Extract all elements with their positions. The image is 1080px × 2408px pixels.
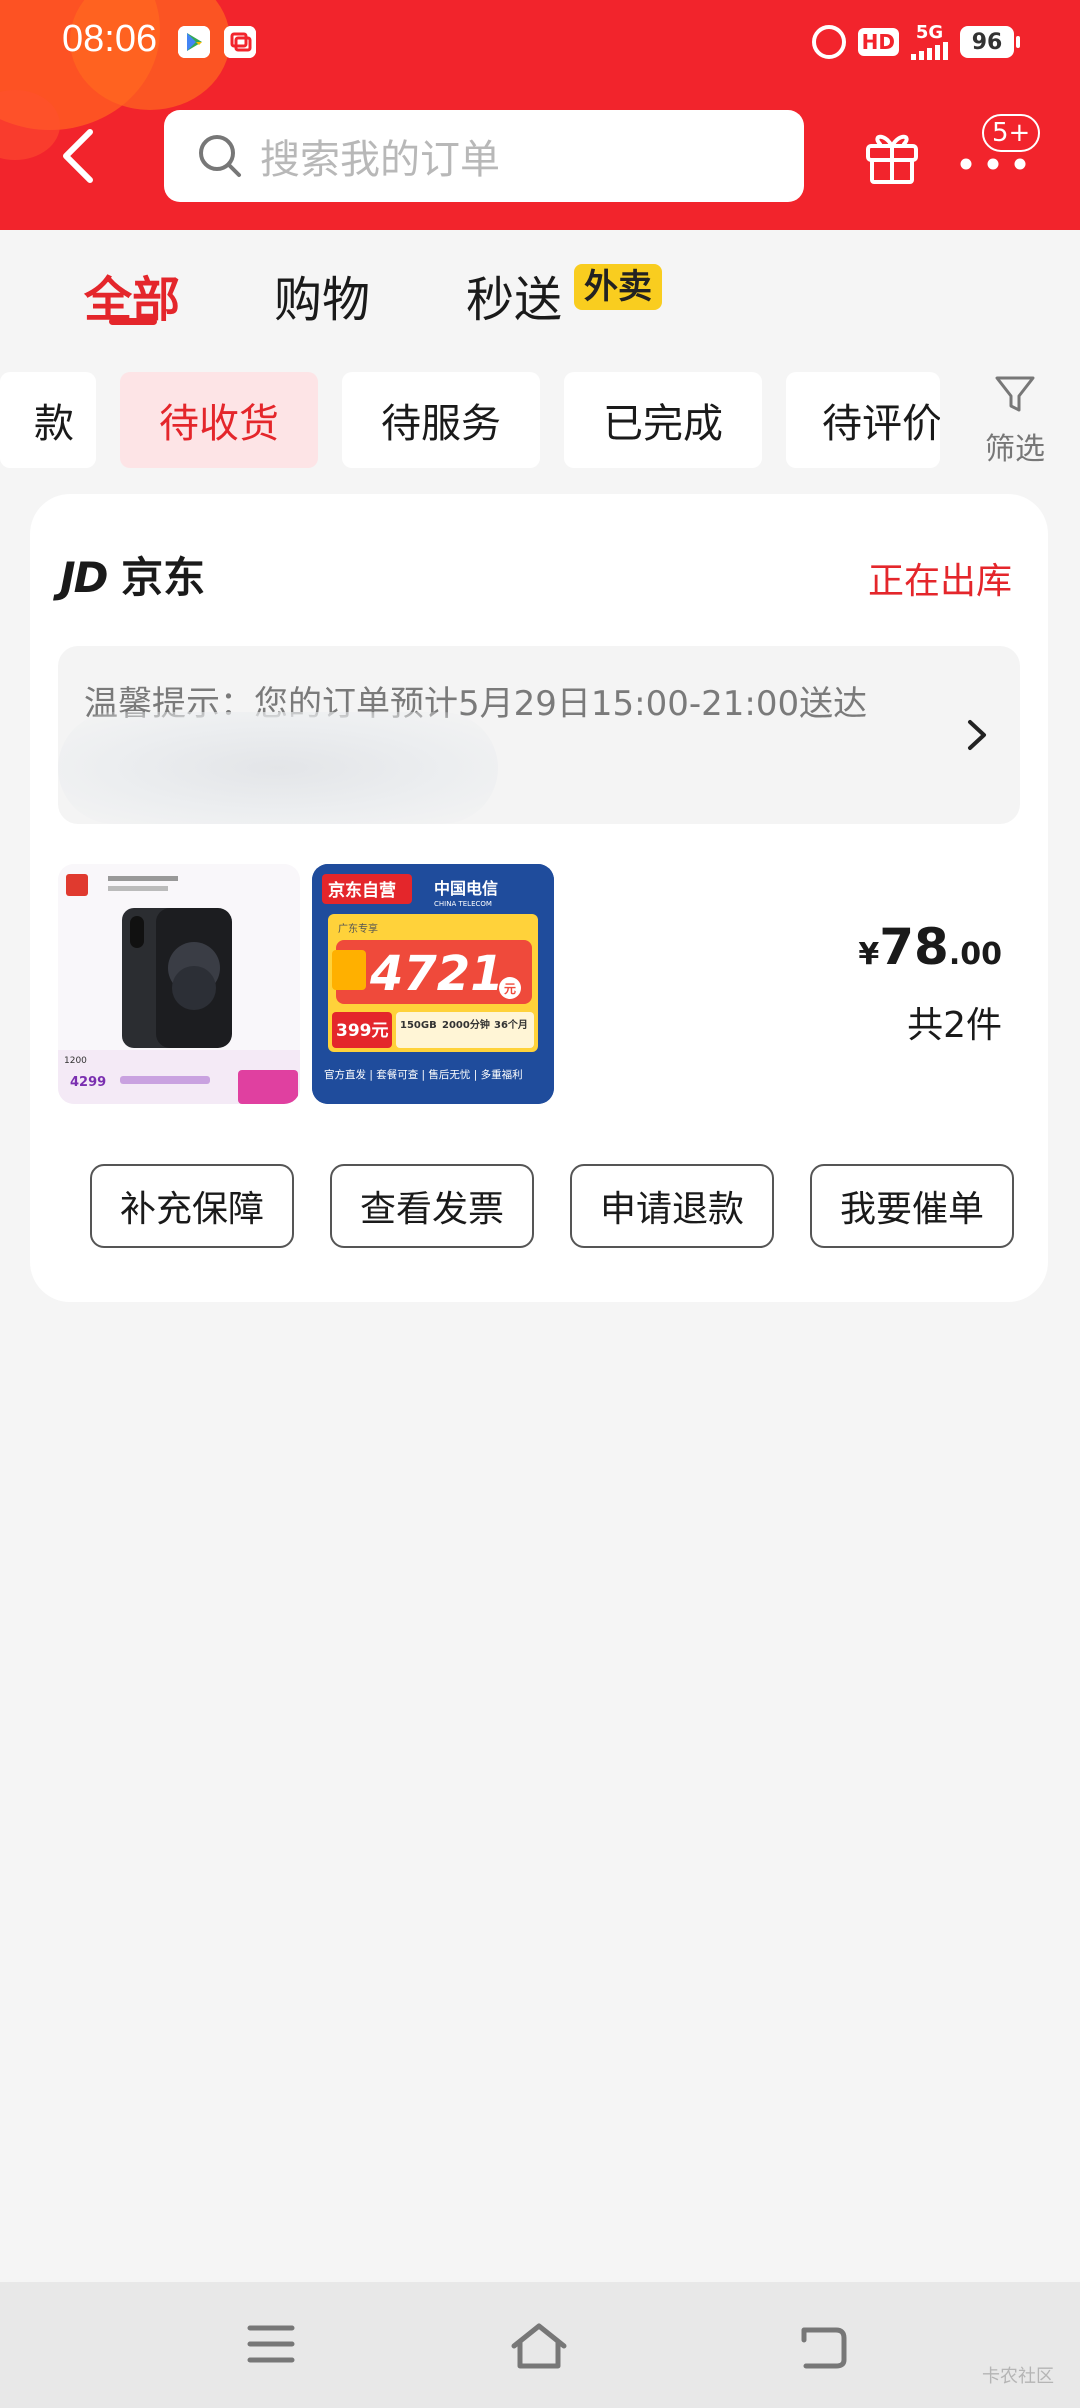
product-image-telecom[interactable]: 京东自营 中国电信 CHINA TELECOM 广东专享 4721 元 399元… — [312, 864, 554, 1104]
phone-note: 1200 — [64, 1056, 87, 1066]
gallery-app-icon — [224, 26, 256, 58]
svg-text:元: 元 — [504, 982, 516, 996]
delivery-tip[interactable]: 温馨提示：您的订单预计5月29日15:00-21:00送达 — [58, 646, 1020, 824]
svg-text:2000分钟: 2000分钟 — [442, 1018, 490, 1031]
svg-text:官方直发 | 套餐可查 | 售后无忧 | 多重福利: 官方直发 | 套餐可查 | 售后无忧 | 多重福利 — [324, 1068, 523, 1081]
system-nav-bar: 卡农社区 — [0, 2282, 1080, 2408]
urge-order-button[interactable]: 我要催单 — [810, 1164, 1014, 1248]
chip-to-receive[interactable]: 待收货 — [120, 372, 318, 468]
order-status: 正在出库 — [867, 561, 1012, 602]
tab-instant-delivery[interactable]: 秒送 — [466, 260, 562, 330]
view-invoice-button[interactable]: 查看发票 — [330, 1164, 534, 1248]
item-count: 共2件 — [907, 1005, 1002, 1046]
redacted-area — [58, 712, 498, 824]
message-badge: 5+ — [982, 114, 1041, 152]
status-bar: 08:06 HD 5G 96 — [0, 0, 1080, 86]
tab-active-indicator — [109, 318, 157, 325]
menu-icon[interactable] — [246, 2322, 296, 2366]
svg-text:399元: 399元 — [336, 1021, 389, 1041]
takeout-tag: 外卖 — [574, 264, 662, 310]
order-price: ¥78.00 — [858, 918, 1002, 976]
phone-price-tag: 4299 — [70, 1075, 106, 1090]
svg-text:中国电信: 中国电信 — [434, 879, 498, 898]
jd-logo: JD — [60, 553, 108, 602]
request-refund-button[interactable]: 申请退款 — [570, 1164, 774, 1248]
svg-text:广东专享: 广东专享 — [338, 922, 378, 935]
back-arrow-icon[interactable] — [52, 126, 112, 186]
status-time: 08:06 — [62, 18, 158, 60]
signal-icon: 5G — [911, 24, 948, 60]
top-nav: 搜索我的订单 5+ — [0, 106, 1080, 206]
product-image-phone[interactable]: 1200 4299 — [58, 864, 300, 1104]
status-filter-chips: 款 待收货 待服务 已完成 待评价 — [0, 372, 1080, 472]
play-store-icon — [178, 26, 210, 58]
chip-pending-payment[interactable]: 款 — [0, 372, 96, 468]
search-input[interactable]: 搜索我的订单 — [164, 110, 804, 202]
chevron-right-icon — [968, 720, 986, 750]
svg-text:CHINA TELECOM: CHINA TELECOM — [434, 900, 492, 908]
tab-shopping[interactable]: 购物 — [274, 260, 370, 330]
back-nav-icon[interactable] — [796, 2322, 850, 2370]
svg-text:4721: 4721 — [369, 946, 504, 1002]
search-placeholder: 搜索我的订单 — [260, 137, 500, 183]
order-list-page: 08:06 HD 5G 96 搜索我的订单 5+ 全部 购物 秒送 外卖 款 待… — [0, 0, 1080, 2408]
svg-text:36个月: 36个月 — [494, 1018, 528, 1031]
filter-icon — [995, 376, 1035, 412]
alarm-icon — [811, 25, 846, 59]
chip-completed[interactable]: 已完成 — [564, 372, 762, 468]
svg-text:150GB: 150GB — [400, 1020, 437, 1031]
filter-button[interactable]: 筛选 — [972, 372, 1058, 468]
order-card[interactable]: JD 京东 正在出库 温馨提示：您的订单预计5月29日15:00-21:00送达 — [30, 494, 1048, 1302]
battery-icon: 96 — [960, 26, 1020, 58]
svg-text:京东自营: 京东自营 — [328, 880, 396, 901]
store-name[interactable]: JD 京东 — [60, 544, 205, 605]
home-icon[interactable] — [508, 2322, 570, 2370]
filter-label: 筛选 — [985, 432, 1045, 467]
add-protection-button[interactable]: 补充保障 — [90, 1164, 294, 1248]
hd-icon: HD — [857, 28, 899, 56]
chip-to-review[interactable]: 待评价 — [786, 372, 940, 468]
chip-to-service[interactable]: 待服务 — [342, 372, 540, 468]
search-icon — [199, 135, 241, 177]
watermark: 卡农社区 — [982, 2366, 1054, 2387]
gift-icon[interactable] — [860, 122, 924, 186]
